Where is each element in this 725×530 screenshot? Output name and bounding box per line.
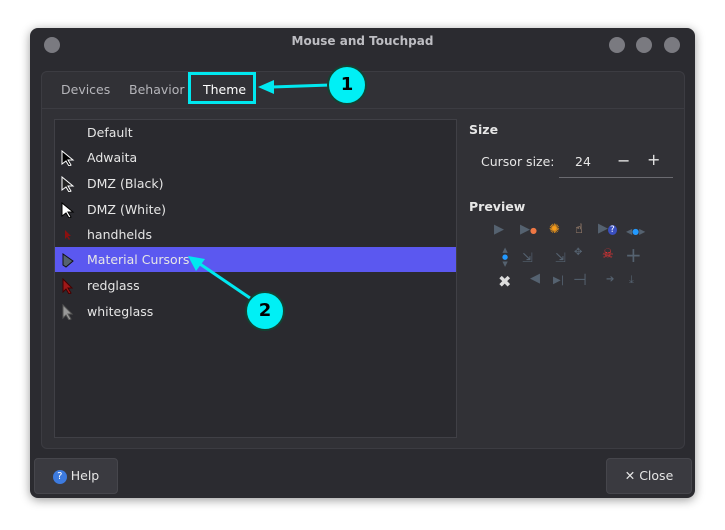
annotation-marker-1: 1 — [327, 65, 367, 105]
annotation-marker-2: 2 — [245, 291, 285, 331]
